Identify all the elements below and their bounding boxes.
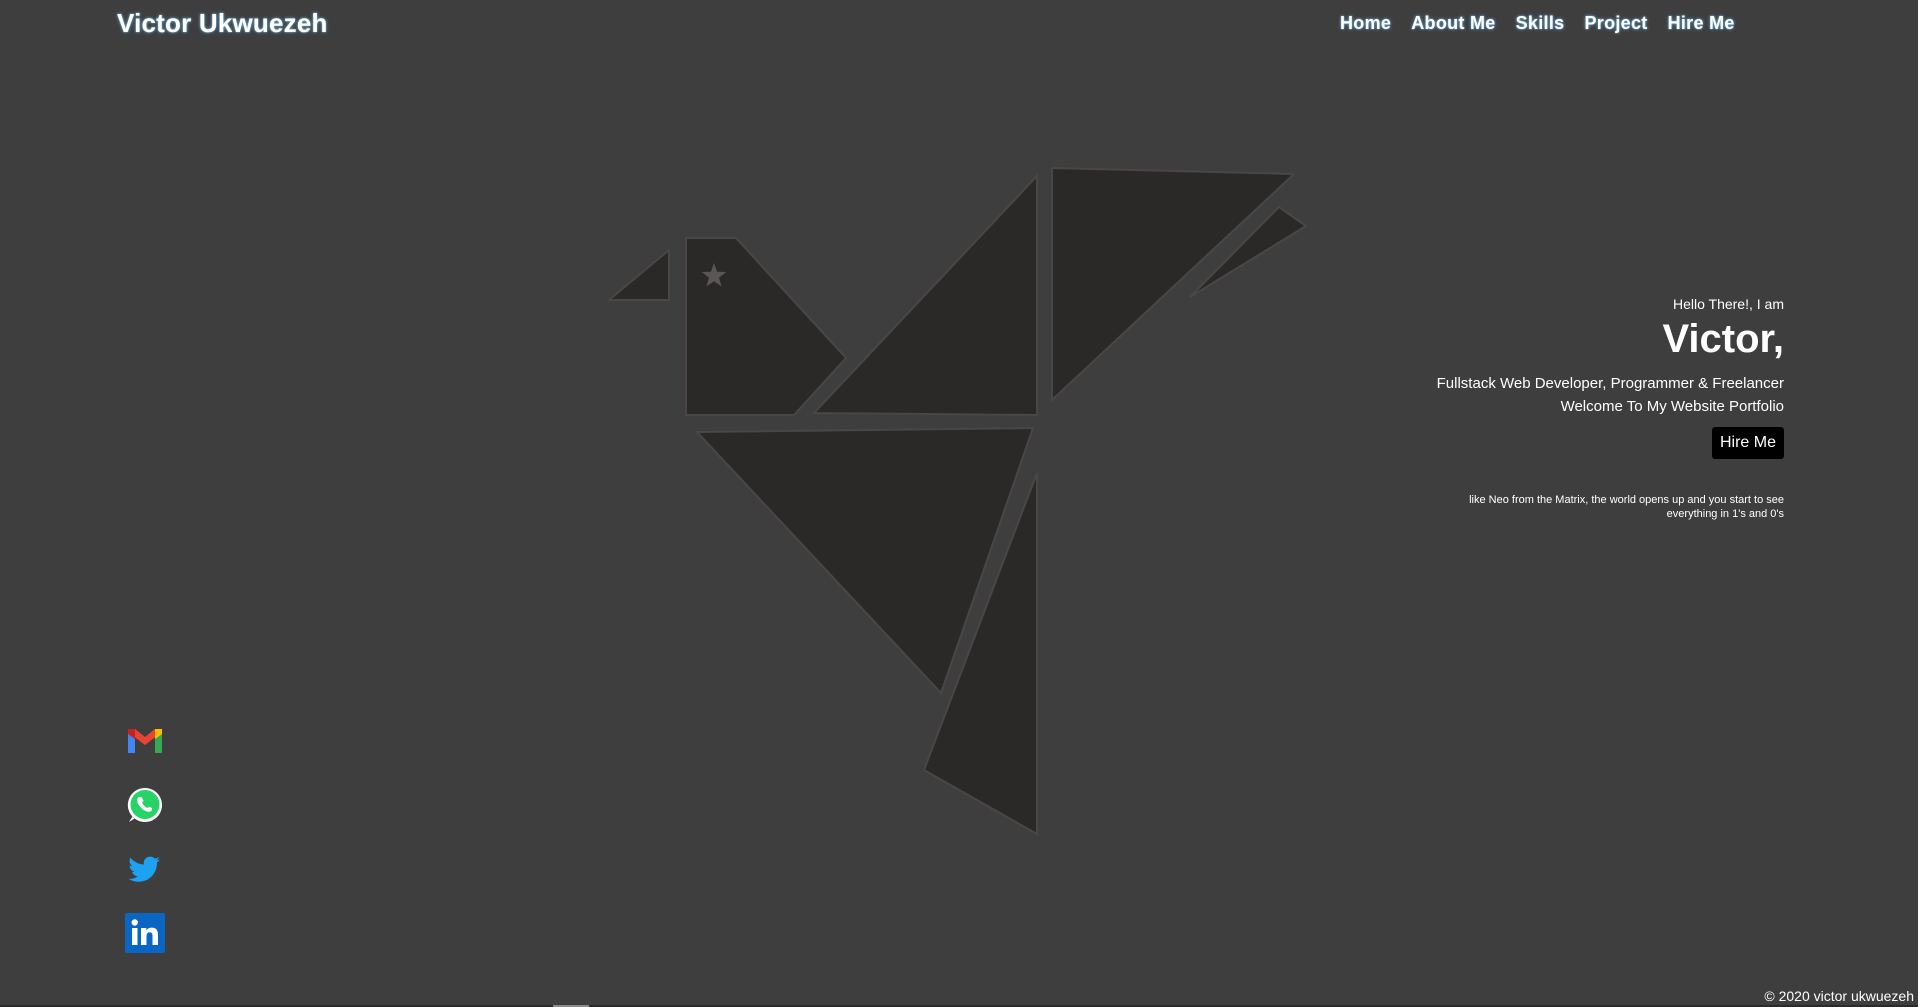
linkedin-icon[interactable] [124,912,166,954]
bird-neck-wing [811,173,1038,417]
bird-head [685,237,848,416]
footer-copyright: © 2020 victor ukwuezeh [1764,988,1914,1004]
hero-role: Fullstack Web Developer, Programmer & Fr… [1436,375,1784,392]
hero-welcome: Welcome To My Website Portfolio [1560,398,1784,415]
social-links [124,720,166,954]
gmail-icon[interactable] [124,720,166,762]
hero-name: Victor, [1662,317,1784,361]
bird-beak [606,247,670,301]
hero-quote: like Neo from the Matrix, the world open… [1469,494,1784,520]
hero-section: Hello There!, I am Victor, Fullstack Web… [1364,296,1784,521]
page: Victor Ukwuezeh Home About Me Skills Pro… [0,0,1918,1007]
bird-upper-wing [1051,166,1297,403]
twitter-icon[interactable] [124,848,166,890]
whatsapp-icon[interactable] [124,784,166,826]
hire-me-button[interactable]: Hire Me [1711,427,1784,459]
hero-greeting: Hello There!, I am [1672,296,1784,312]
